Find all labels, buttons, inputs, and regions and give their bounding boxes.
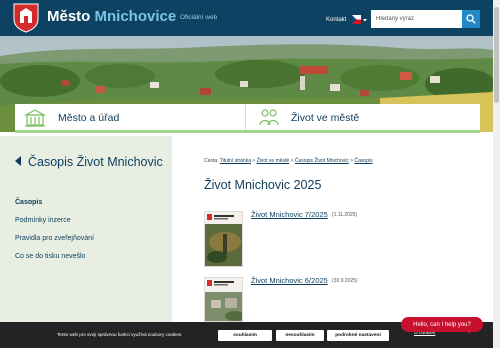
page-title: Život Mnichovic 2025: [204, 178, 322, 192]
site-title-name: Mnichovice: [94, 8, 177, 25]
breadcrumb-separator: >: [290, 158, 294, 164]
breadcrumb-separator: >: [350, 158, 354, 164]
sidebar-item-publication-rules[interactable]: Pravidla pro zveřejňování: [15, 235, 94, 242]
breadcrumb-link-life[interactable]: Život ve městě: [257, 158, 290, 164]
search-button[interactable]: [462, 10, 480, 28]
town-hall-icon: [24, 109, 46, 127]
cookie-reject-button[interactable]: nesouhlasím: [276, 330, 324, 341]
sidebar: Časopis Život Mnichovic Časopis Podmínky…: [0, 136, 172, 348]
back-arrow-icon: [15, 156, 21, 166]
issue-link[interactable]: Život Mnichovic 6/2025: [251, 276, 328, 285]
sidebar-item-casopis[interactable]: Časopis: [15, 199, 42, 206]
issue-date: (30.9.2025): [332, 278, 358, 284]
main-navigation: Město a úřad Život ve městě: [15, 104, 480, 133]
breadcrumb-link-home[interactable]: Titulní stránka: [220, 158, 251, 164]
cookie-consent-text: Tento web pro svoji správnou funkci využ…: [57, 332, 183, 337]
site-subtitle: Oficiální web: [180, 14, 218, 21]
sidebar-item-advertising-terms[interactable]: Podmínky inzerce: [15, 217, 71, 224]
search-icon: [466, 14, 476, 24]
nav-item-life-in-town[interactable]: Život ve městě: [246, 104, 480, 130]
breadcrumb-link-magazine[interactable]: Časopis Život Mnichovic: [295, 158, 349, 164]
issue-cover-thumbnail[interactable]: [204, 277, 243, 322]
site-title[interactable]: Město Mnichovice: [47, 8, 176, 25]
sidebar-item-not-printed[interactable]: Co se do tisku nevešlo: [15, 253, 85, 260]
chat-bubble-tail: [466, 330, 472, 334]
language-switcher-icon[interactable]: [352, 15, 368, 25]
cookie-accept-button[interactable]: souhlasím: [218, 330, 272, 341]
search-input[interactable]: [371, 10, 462, 28]
sidebar-title-text: Časopis Život Mnichovic: [28, 155, 163, 169]
issue-date: (1.11.2025): [332, 212, 358, 218]
magazine-cover-image: [205, 212, 242, 266]
magazine-cover-image: [205, 278, 242, 321]
sidebar-title[interactable]: Časopis Život Mnichovic: [15, 153, 165, 172]
breadcrumb: Cesta: Titulní stránka > Život ve městě …: [204, 158, 373, 164]
breadcrumb-prefix: Cesta:: [204, 158, 219, 164]
breadcrumb-link-current[interactable]: Časopis: [355, 158, 373, 164]
breadcrumb-separator: >: [252, 158, 256, 164]
site-header: Město Mnichovice Oficiální web Kontakt: [0, 0, 493, 36]
issue-cover-thumbnail[interactable]: [204, 211, 243, 267]
people-icon: [259, 109, 279, 126]
city-coat-of-arms-logo[interactable]: [13, 3, 39, 33]
scrollbar-thumb[interactable]: [494, 7, 499, 103]
nav-item-label: Město a úřad: [58, 112, 120, 124]
cookie-settings-button[interactable]: podrobné nastavení: [327, 330, 389, 341]
site-title-city: Město: [47, 8, 91, 25]
issue-link[interactable]: Život Mnichovic 7/2025: [251, 210, 328, 219]
contact-link[interactable]: Kontakt: [326, 17, 346, 23]
nav-item-city-and-office[interactable]: Město a úřad: [15, 104, 246, 130]
nav-item-label: Život ve městě: [291, 112, 360, 124]
